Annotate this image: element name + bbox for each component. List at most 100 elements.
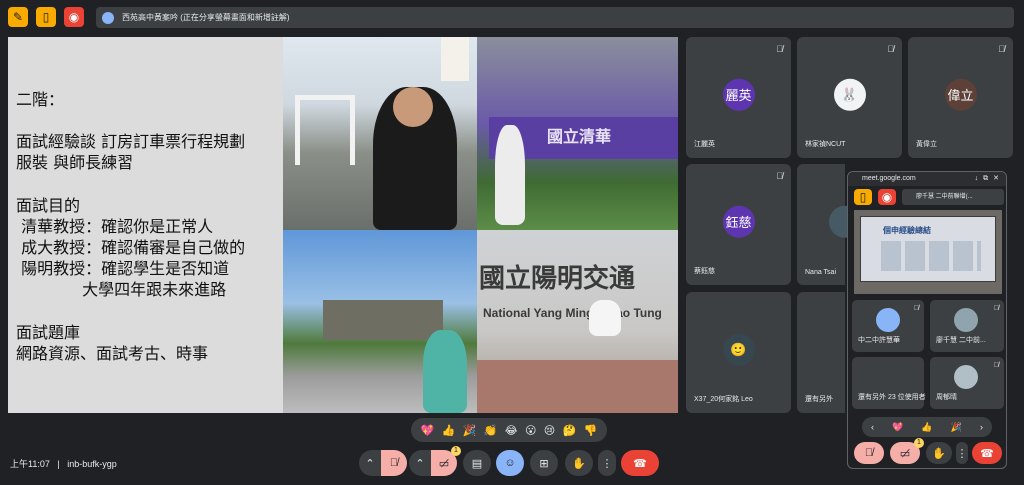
slide-line: 網路資源、面試考古、時事 — [16, 344, 209, 363]
photo-university-gate — [283, 230, 477, 413]
notification-badge: 1 — [451, 446, 461, 456]
presenter-avatar — [102, 11, 114, 24]
reaction-button[interactable]: 🎉 — [463, 424, 477, 437]
camera-toggle-button[interactable]: ▭̸ 1 — [431, 446, 461, 476]
participant-name: X37_20何家銘 Leo — [694, 396, 753, 403]
slide-line: 面試經驗談 訂房訂車票行程規劃 — [16, 132, 246, 151]
pip-participant-tile[interactable]: 🎙̸ 周郁晴 — [930, 357, 1004, 409]
mic-off-icon: 🎙̸ — [993, 305, 999, 312]
reaction-button[interactable]: 💖 — [892, 422, 903, 433]
chevron-up-icon: ⌃ — [365, 457, 375, 470]
pip-participant-tile[interactable]: 🎙̸ 中二中許慧華 — [852, 300, 924, 352]
reaction-button[interactable]: 🤔 — [563, 424, 577, 437]
pip-window-controls[interactable]: ↓⧉✕ — [975, 172, 1004, 186]
meeting-code: inb-bufk-ygp — [67, 459, 117, 469]
slide-line: 成大教授：確認備審是自己做的 — [16, 238, 246, 257]
avatar: 麗英 — [722, 78, 755, 111]
participant-name: 江麗英 — [694, 141, 715, 148]
participant-tile[interactable]: 還有另外 — [797, 292, 845, 413]
gate-wall — [323, 300, 443, 340]
camera-options-button[interactable]: ⌃ — [409, 450, 431, 476]
chevron-left-icon[interactable]: ‹ — [871, 422, 874, 432]
annotate-tool-icon[interactable]: ▯ — [854, 189, 872, 205]
slide-line: 大學四年跟未來進路 — [16, 280, 227, 299]
reaction-button[interactable]: 😮 — [525, 424, 536, 437]
reaction-button[interactable]: 👍 — [442, 424, 456, 437]
mic-options-button[interactable]: ⌃ — [359, 450, 381, 476]
captions-button[interactable]: ▤ — [463, 450, 491, 476]
participant-name: Nana Tsai — [805, 269, 837, 276]
pip-participant-tile[interactable]: 🎙̸ 廖千慧 二中前... — [930, 300, 1004, 352]
pip-window[interactable]: meet.google.com ↓⧉✕ ▯ ◉ 廖千慧 二中前聯增(... 個申… — [847, 171, 1007, 469]
student-photo — [423, 330, 467, 413]
pointer-tool-icon[interactable]: ✎ — [8, 7, 28, 27]
pip-url: meet.google.com — [862, 175, 916, 182]
campus-sign-text: 國立清華 — [547, 129, 612, 146]
reaction-button[interactable]: 😂 — [505, 424, 518, 437]
present-icon: ⊞ — [539, 457, 549, 470]
end-call-button[interactable]: ☎ — [621, 450, 659, 476]
pip-toolbar: ▯ ◉ 廖千慧 二中前聯增(... — [852, 188, 1004, 206]
mic-off-icon: 🎙̸ — [998, 44, 1005, 54]
participant-name: 中二中許慧華 — [858, 337, 900, 344]
participant-name: 還有另外 — [805, 396, 833, 403]
slide-line: 清華教授：確認你是正常人 — [16, 217, 214, 236]
stop-sharing-icon[interactable]: ◉ — [64, 7, 84, 27]
participant-name: 廖千慧 二中前... — [936, 337, 986, 344]
avatar — [954, 308, 978, 332]
participant-name: 周郁晴 — [936, 394, 957, 401]
captions-icon: ▤ — [471, 457, 483, 470]
stop-sharing-icon[interactable]: ◉ — [878, 189, 896, 205]
raise-hand-button[interactable]: ✋ — [565, 450, 593, 476]
brick-floor — [477, 360, 678, 413]
photo-campus-building: 國立清華 — [477, 37, 678, 230]
reaction-button[interactable]: 🎉 — [951, 422, 962, 433]
participant-tile[interactable]: 🎙̸ 鈺慈 蔡鈺慈 — [686, 164, 791, 285]
phone-hangup-icon: ☎ — [633, 457, 647, 470]
mic-toggle-button[interactable]: 🎙̸ — [381, 450, 407, 476]
chevron-right-icon[interactable]: › — [980, 422, 983, 432]
meeting-info: 上午11:07 | inb-bufk-ygp — [10, 457, 117, 470]
avatar: 偉立 — [944, 78, 977, 111]
emoji-button[interactable]: ☺ — [496, 450, 524, 476]
emoji-icon: ☺ — [504, 457, 516, 469]
reaction-bar: 💖 👍 🎉 👏 😂 😮 😢 🤔 👎 — [411, 418, 607, 442]
hand-icon: ✋ — [572, 457, 586, 470]
photo-gate — [283, 37, 477, 230]
participant-name: 林家禎NCUT — [805, 141, 846, 148]
mic-off-icon: 🎙̸ — [776, 171, 783, 181]
slide-text-panel: 二階： 面試經驗談 訂房訂車票行程規劃 服裝 與師長練習 面試目的 清華教授：確… — [8, 37, 283, 413]
pip-participant-tile[interactable]: 還有另外 23 位使用者 — [852, 357, 926, 409]
gate-arch — [295, 95, 355, 165]
reaction-button[interactable]: 👎 — [584, 424, 598, 437]
slide-line: 面試目的 — [16, 196, 81, 215]
annotate-tool-icon[interactable]: ▯ — [36, 7, 56, 27]
top-bar: ✎ ▯ ◉ 西苑高中黃案吟 (正在分享螢幕畫面和新增註解) — [0, 0, 1024, 34]
pip-share-label: 廖千慧 二中前聯增(... — [902, 189, 1004, 205]
participant-tile[interactable]: 🎙̸ 🐰 林家禎NCUT — [797, 37, 902, 158]
participant-name: 黃偉立 — [916, 141, 937, 148]
reaction-button[interactable]: 👍 — [921, 422, 932, 433]
sign-board — [441, 37, 469, 81]
bottom-bar: 上午11:07 | inb-bufk-ygp ⌃ 🎙̸ ⌃ ▭̸ 1 ▤ ☺ ⊞ … — [0, 440, 1024, 485]
reaction-button[interactable]: 😢 — [544, 424, 555, 437]
pip-shared-slide: 個申經驗總結 — [854, 210, 1002, 294]
reaction-button[interactable]: 👏 — [484, 424, 498, 437]
separator: | — [57, 459, 60, 469]
participant-name: 蔡鈺慈 — [694, 268, 715, 275]
avatar: 🐰 — [833, 78, 866, 111]
clock-time: 上午11:07 — [10, 459, 50, 469]
present-button[interactable]: ⊞ — [530, 450, 558, 476]
more-options-button[interactable]: ⋮ — [598, 450, 616, 476]
mic-off-icon: 🎙̸ — [993, 362, 999, 369]
participant-tile[interactable]: 🙂 X37_20何家銘 Leo — [686, 292, 791, 413]
avatar: 🙂 — [722, 333, 755, 366]
participant-tile[interactable]: 🎙̸ 麗英 江麗英 — [686, 37, 791, 158]
participant-tile[interactable]: Nana Tsai — [797, 164, 861, 285]
meet-window: ✎ ▯ ◉ 西苑高中黃案吟 (正在分享螢幕畫面和新增註解) 二階： 面試經驗談 … — [0, 0, 1024, 485]
reaction-button[interactable]: 💖 — [421, 424, 435, 437]
mic-off-icon: 🎙̸ — [389, 457, 399, 469]
participant-tile[interactable]: 🎙̸ 偉立 黃偉立 — [908, 37, 1013, 158]
slide-line: 服裝 與師長練習 — [16, 153, 134, 172]
slide-line: 面試題庫 — [16, 323, 81, 342]
